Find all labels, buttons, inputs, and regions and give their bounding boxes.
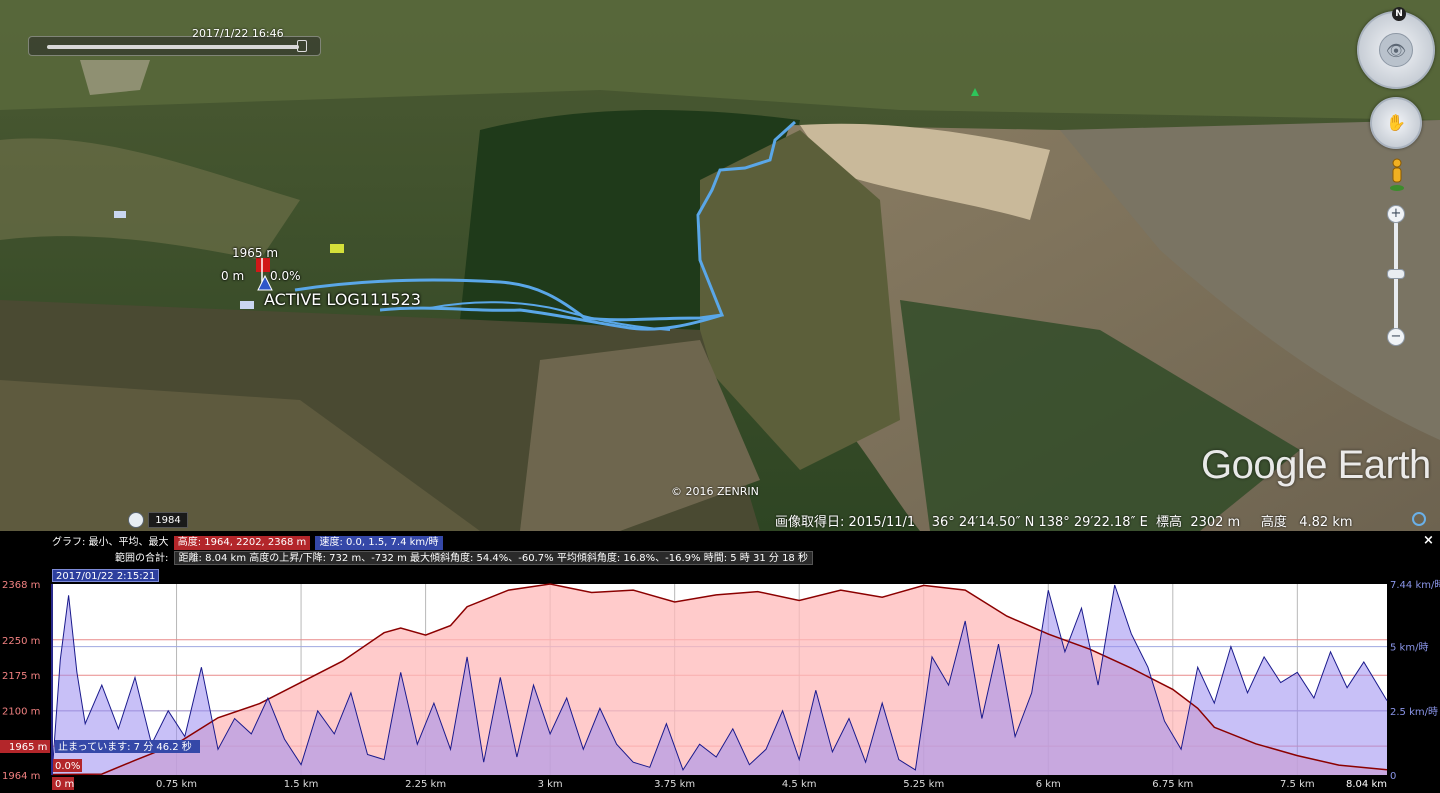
close-profile-button[interactable]: × [1423, 533, 1434, 548]
clock-icon [128, 512, 144, 528]
graph-stats-row: グラフ: 最小、平均、最大 高度: 1964, 2202, 2368 m 速度:… [52, 533, 443, 550]
y-right-tick-label: 5 km/時 [1390, 642, 1428, 654]
x-tick-label: 3 km [538, 779, 563, 790]
y-right-tick-label: 7.44 km/時 [1390, 579, 1440, 591]
status-bar: 画像取得日: 2015/11/1 36° 24′14.50″ N 138° 29… [775, 515, 1353, 530]
x-tick-label: 7.5 km [1280, 779, 1315, 790]
streaming-indicator-icon [1412, 512, 1426, 526]
historical-imagery-year: 1984 [148, 512, 188, 528]
range-label: 範囲の合計: [115, 553, 169, 564]
range-stats: 距離: 8.04 km 高度の上昇/下降: 732 m、-732 m 最大傾斜角… [173, 551, 813, 565]
look-joystick-icon[interactable]: 👁 [1379, 33, 1413, 67]
y-right-tick-label: 2.5 km/時 [1390, 706, 1438, 718]
zoom-out-icon[interactable]: − [1387, 328, 1405, 346]
time-slider-track[interactable] [47, 45, 299, 49]
historical-imagery-button[interactable]: 1984 [128, 512, 190, 528]
x-tick-label: 5.25 km [903, 779, 944, 790]
google-earth-logo: Google Earth [1201, 443, 1431, 487]
elevation-stats[interactable]: 高度: 1964, 2202, 2368 m [173, 536, 311, 550]
graph-label: グラフ: 最小、平均、最大 [52, 537, 169, 548]
pegman-icon[interactable] [1388, 158, 1406, 192]
zoom-in-icon[interactable]: + [1387, 205, 1405, 223]
y-left-tick-label: 1964 m [2, 771, 40, 782]
x-tick-label: 8.04 km [1346, 779, 1387, 790]
x-tick-label: 1.5 km [284, 779, 319, 790]
stopped-label: 止まっています: 7 分 46.2 秒 [58, 740, 192, 753]
x-tick-label: 3.75 km [654, 779, 695, 790]
copyright-text: © 2016 ZENRIN [671, 485, 759, 498]
speed-stats[interactable]: 速度: 0.0, 1.5, 7.4 km/時 [315, 536, 443, 550]
cursor-distance-label: 0 m [55, 779, 74, 790]
y-axis-right: 7.44 km/時 5 km/時 2.5 km/時 0 [1390, 579, 1440, 782]
zoom-slider-knob[interactable] [1387, 269, 1405, 279]
north-indicator[interactable]: N [1392, 7, 1406, 21]
start-distance-label: 0 m [221, 269, 245, 283]
cursor-elevation-label: 1965 m [9, 742, 47, 753]
time-slider-label: 2017/1/22 16:46 [192, 27, 284, 40]
y-right-tick-label: 0 [1390, 771, 1396, 782]
compass-ring-icon[interactable]: 👁 [1357, 11, 1435, 89]
elevation-profile-panel: グラフ: 最小、平均、最大 高度: 1964, 2202, 2368 m 速度:… [0, 531, 1440, 793]
range-stats-row: 範囲の合計: 距離: 8.04 km 高度の上昇/下降: 732 m、-732 … [115, 549, 813, 565]
cursor-grade-label: 0.0% [55, 761, 80, 772]
hand-icon: ✋ [1386, 113, 1406, 132]
track-name-label[interactable]: ACTIVE LOG111523 [264, 290, 421, 309]
y-left-tick-label: 2100 m [2, 707, 40, 718]
time-slider-thumb[interactable] [297, 40, 307, 52]
start-grade-label: 0.0% [270, 269, 301, 283]
elevation-speed-chart[interactable]: 2368 m2250 m2175 m2100 m2025 m1964 m 7.4… [0, 576, 1440, 793]
x-tick-label: 6 km [1036, 779, 1061, 790]
x-tick-label: 4.5 km [782, 779, 817, 790]
y-left-tick-label: 2368 m [2, 580, 40, 591]
x-tick-label: 2.25 km [405, 779, 446, 790]
move-joystick-icon[interactable]: ✋ [1370, 97, 1422, 149]
earth-3d-view[interactable]: 2017/1/22 16:46 1965 m 0 m 0.0% ACTIVE L… [0, 0, 1440, 531]
start-elevation-label: 1965 m [232, 246, 279, 260]
x-tick-label: 0.75 km [156, 779, 197, 790]
x-tick-label: 6.75 km [1152, 779, 1193, 790]
y-left-tick-label: 2175 m [2, 671, 40, 682]
y-left-tick-label: 2250 m [2, 636, 40, 647]
x-axis: 0 m 0.75 km 1.5 km 2.25 km 3 km 3.75 km 4.5 km… [53, 779, 1387, 790]
